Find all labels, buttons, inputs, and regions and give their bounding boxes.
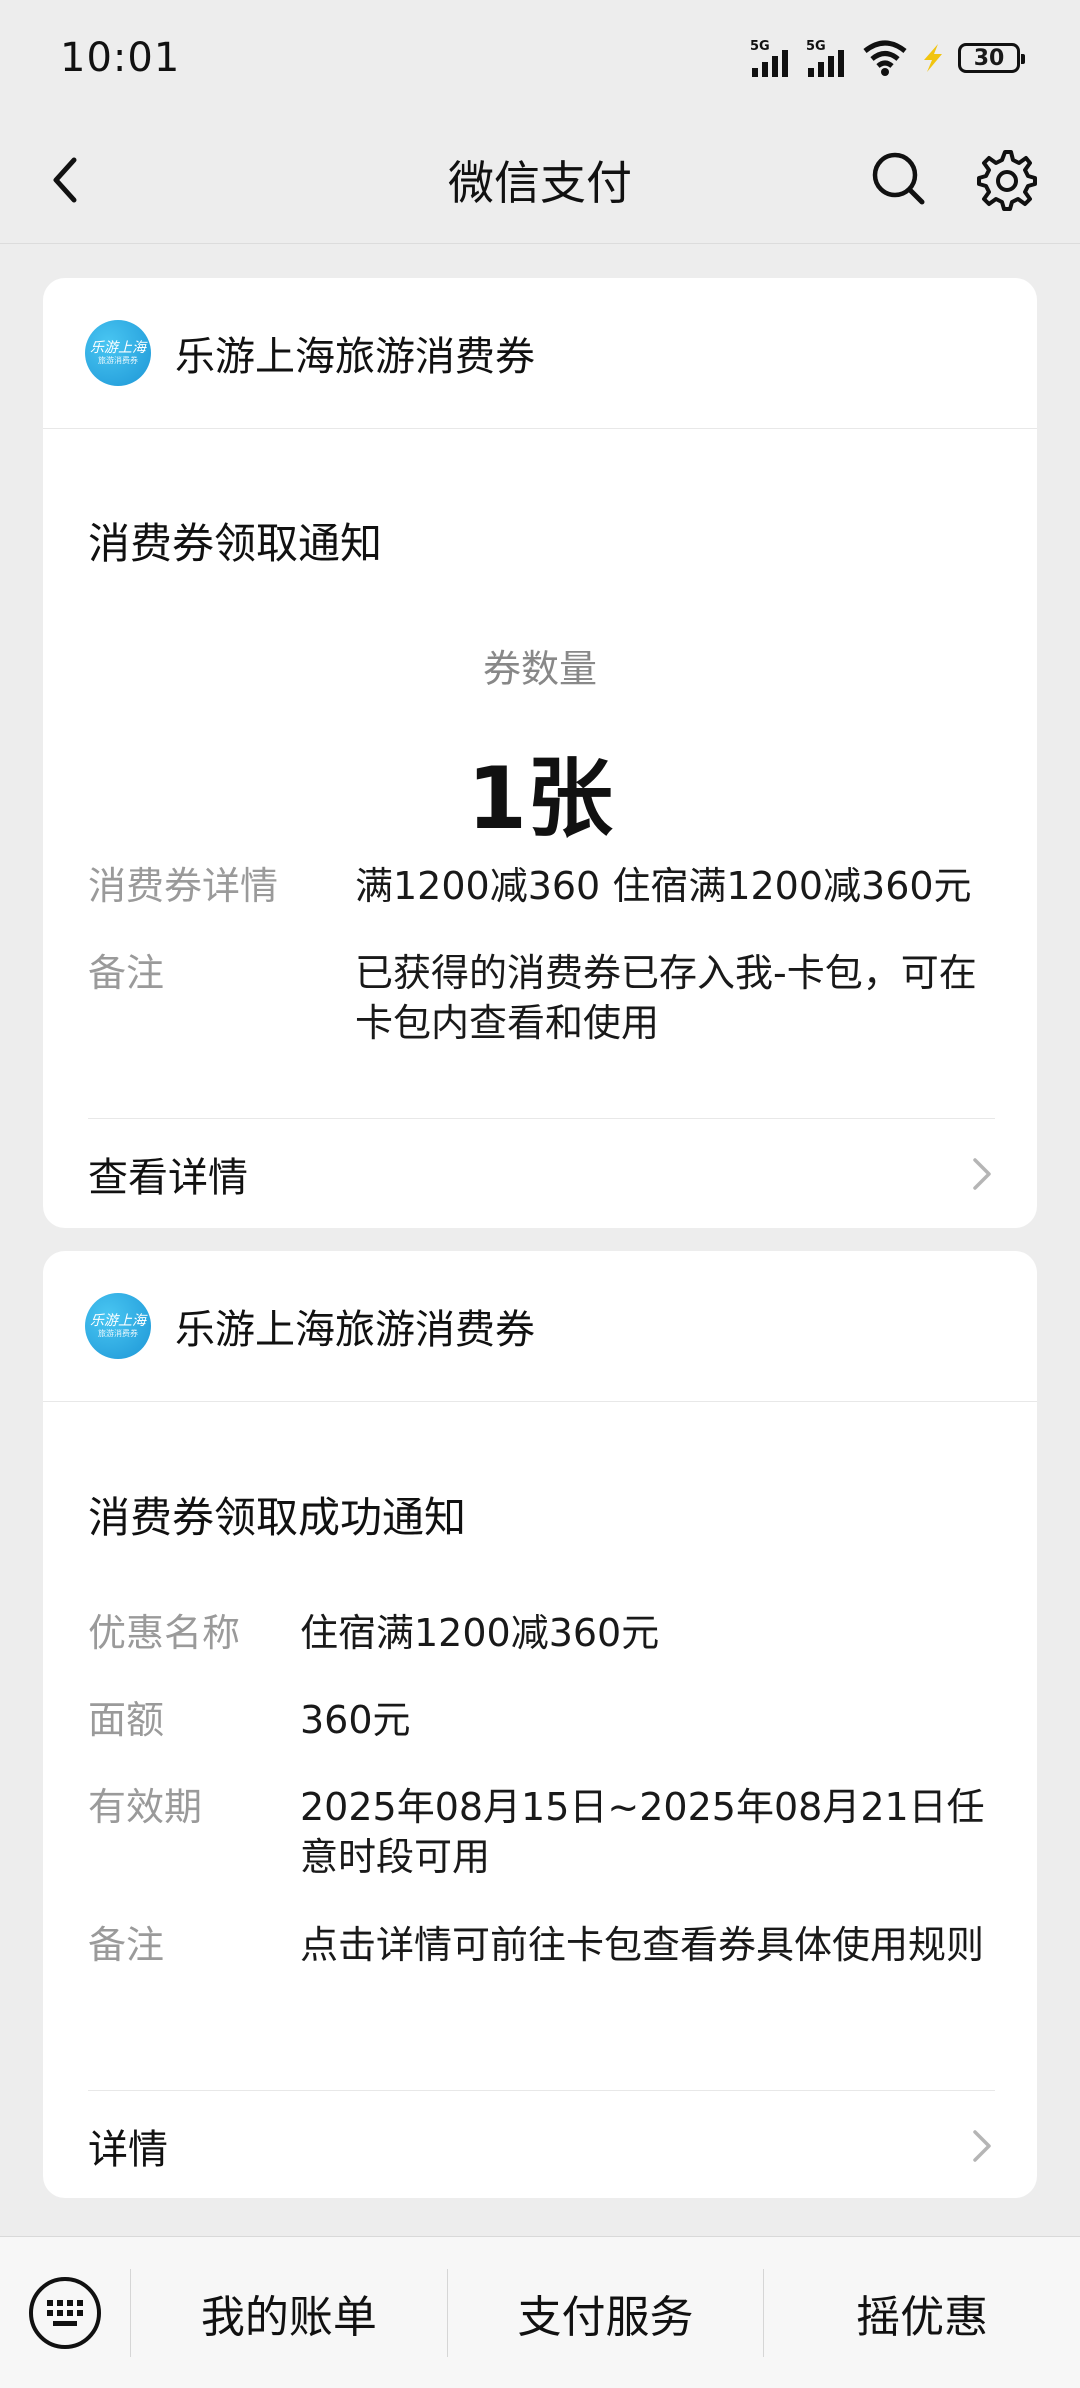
row-value: 住宿满1200减360元 (300, 1611, 660, 1655)
card-header[interactable]: 乐游上海 旅游消费券 乐游上海旅游消费券 (43, 1251, 1037, 1402)
remark-row: 备注 点击详情可前往卡包查看券具体使用规则 (88, 1920, 998, 1970)
validity-row: 有效期 2025年08月15日~2025年08月21日任意时段可用 (88, 1782, 998, 1882)
nav-bar: 微信支付 (0, 116, 1080, 244)
status-icons: 5G 5G 30 (750, 38, 1025, 78)
row-key: 有效期 (88, 1785, 203, 1829)
menu-payment-services[interactable]: 支付服务 (448, 2237, 764, 2388)
menu-my-bills[interactable]: 我的账单 (131, 2237, 447, 2388)
row-key: 面额 (88, 1698, 165, 1742)
logo-text: 乐游上海 (90, 340, 146, 356)
row-value: 点击详情可前往卡包查看券具体使用规则 (300, 1923, 985, 1967)
detail-row: 消费券详情 满1200减360 住宿满1200减360元 (88, 861, 998, 911)
card-header[interactable]: 乐游上海 旅游消费券 乐游上海旅游消费券 (43, 278, 1037, 429)
face-value-row: 面额 360元 (88, 1695, 998, 1745)
notification-card: 乐游上海 旅游消费券 乐游上海旅游消费券 消费券领取成功通知 优惠名称 住宿满1… (43, 1251, 1037, 2198)
remark-row: 备注 已获得的消费券已存入我-卡包，可在卡包内查看和使用 (88, 948, 998, 1048)
page-title: 微信支付 (448, 155, 632, 210)
row-value: 360元 (300, 1698, 411, 1742)
chevron-right-icon (973, 2130, 991, 2162)
signal-5g-icon: 5G (806, 39, 844, 77)
row-key: 消费券详情 (88, 864, 279, 908)
battery-icon: 30 (958, 43, 1025, 73)
quantity-value: 1张 (467, 749, 613, 849)
brand-name: 乐游上海旅游消费券 (175, 334, 535, 380)
signal-5g-icon: 5G (750, 39, 788, 77)
svg-text:5G: 5G (750, 39, 770, 54)
details-label: 详情 (88, 2127, 168, 2173)
menu-shake-offers[interactable]: 摇优惠 (764, 2237, 1080, 2388)
row-value: 2025年08月15日~2025年08月21日任意时段可用 (300, 1785, 985, 1879)
row-key: 备注 (88, 951, 165, 995)
gear-icon[interactable] (972, 146, 1038, 212)
charging-icon (924, 44, 942, 72)
quantity-label: 券数量 (482, 647, 597, 691)
row-value: 已获得的消费券已存入我-卡包，可在卡包内查看和使用 (355, 951, 977, 1045)
wifi-icon (863, 40, 907, 76)
view-details-label: 查看详情 (88, 1155, 248, 1201)
offer-name-row: 优惠名称 住宿满1200减360元 (88, 1608, 998, 1658)
details-link[interactable]: 详情 (88, 2091, 995, 2198)
logo-subtext: 旅游消费券 (98, 1329, 138, 1338)
brand-logo: 乐游上海 旅游消费券 (85, 1293, 151, 1359)
back-arrow-icon[interactable] (40, 150, 100, 210)
view-details-link[interactable]: 查看详情 (88, 1119, 995, 1228)
keyboard-icon (29, 2276, 101, 2349)
bottom-menu-bar: 我的账单 支付服务 摇优惠 (0, 2236, 1080, 2388)
logo-subtext: 旅游消费券 (98, 356, 138, 365)
notice-title: 消费券领取通知 (88, 519, 383, 568)
notice-title: 消费券领取成功通知 (88, 1493, 467, 1542)
row-value: 满1200减360 住宿满1200减360元 (355, 864, 972, 908)
notification-card: 乐游上海 旅游消费券 乐游上海旅游消费券 消费券领取通知 券数量 1张 消费券详… (43, 278, 1037, 1228)
status-bar: 10:01 5G 5G 30 (0, 0, 1080, 116)
logo-text: 乐游上海 (90, 1313, 146, 1329)
search-icon[interactable] (866, 146, 932, 212)
brand-logo: 乐游上海 旅游消费券 (85, 320, 151, 386)
battery-level: 30 (973, 45, 1005, 71)
row-key: 优惠名称 (88, 1611, 241, 1655)
brand-name: 乐游上海旅游消费券 (175, 1307, 535, 1353)
row-key: 备注 (88, 1923, 165, 1967)
status-time: 10:01 (60, 35, 181, 81)
chevron-right-icon (973, 1158, 991, 1190)
keyboard-toggle-button[interactable] (0, 2237, 130, 2388)
svg-text:5G: 5G (806, 39, 826, 54)
